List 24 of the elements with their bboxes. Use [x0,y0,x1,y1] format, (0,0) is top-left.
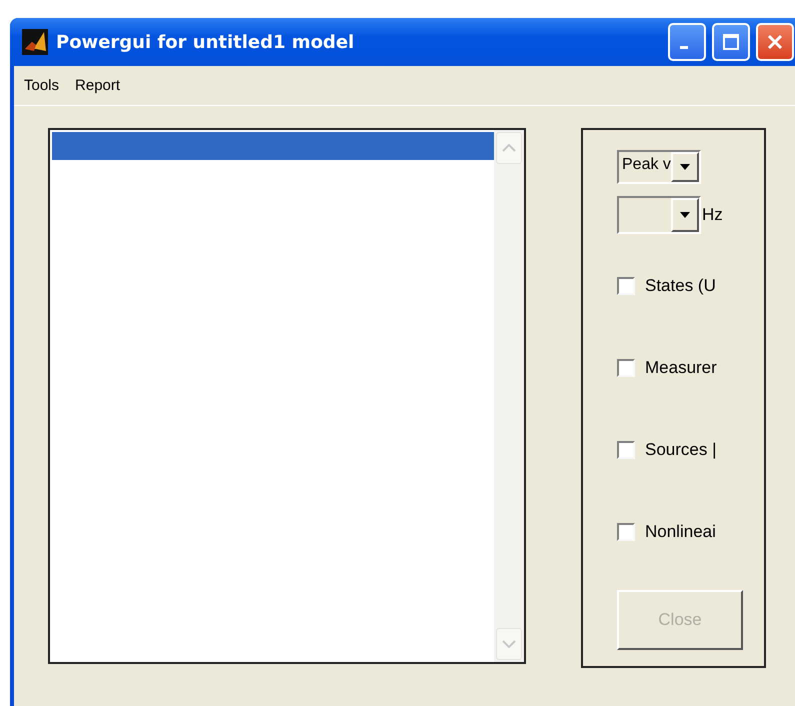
checkbox-label: States (U [645,276,716,296]
checkbox-label: Measurer [645,358,717,378]
chevron-down-icon [502,640,516,648]
list-box[interactable] [48,128,526,664]
checkbox-label: Sources | [645,440,717,460]
app-logo-icon [22,29,48,55]
checkbox[interactable] [617,277,635,295]
maximize-icon [722,33,740,51]
close-icon [765,32,785,52]
display-dropdown[interactable]: Peak v [617,150,701,184]
close-button[interactable] [756,23,794,61]
chevron-up-icon [502,144,516,152]
maximize-button[interactable] [712,23,750,61]
checkbox[interactable] [617,441,635,459]
checkbox[interactable] [617,359,635,377]
window-title: Powergui for untitled1 model [56,32,354,52]
frequency-dropdown[interactable] [617,196,701,234]
checkbox-label: Nonlineai [645,522,716,542]
minimize-button[interactable] [668,23,706,61]
menu-item[interactable]: Report [75,77,120,94]
menu-item[interactable]: Tools [24,77,60,94]
minimize-icon [680,46,688,48]
unit-label: Hz [702,205,723,225]
checkbox[interactable] [617,523,635,541]
